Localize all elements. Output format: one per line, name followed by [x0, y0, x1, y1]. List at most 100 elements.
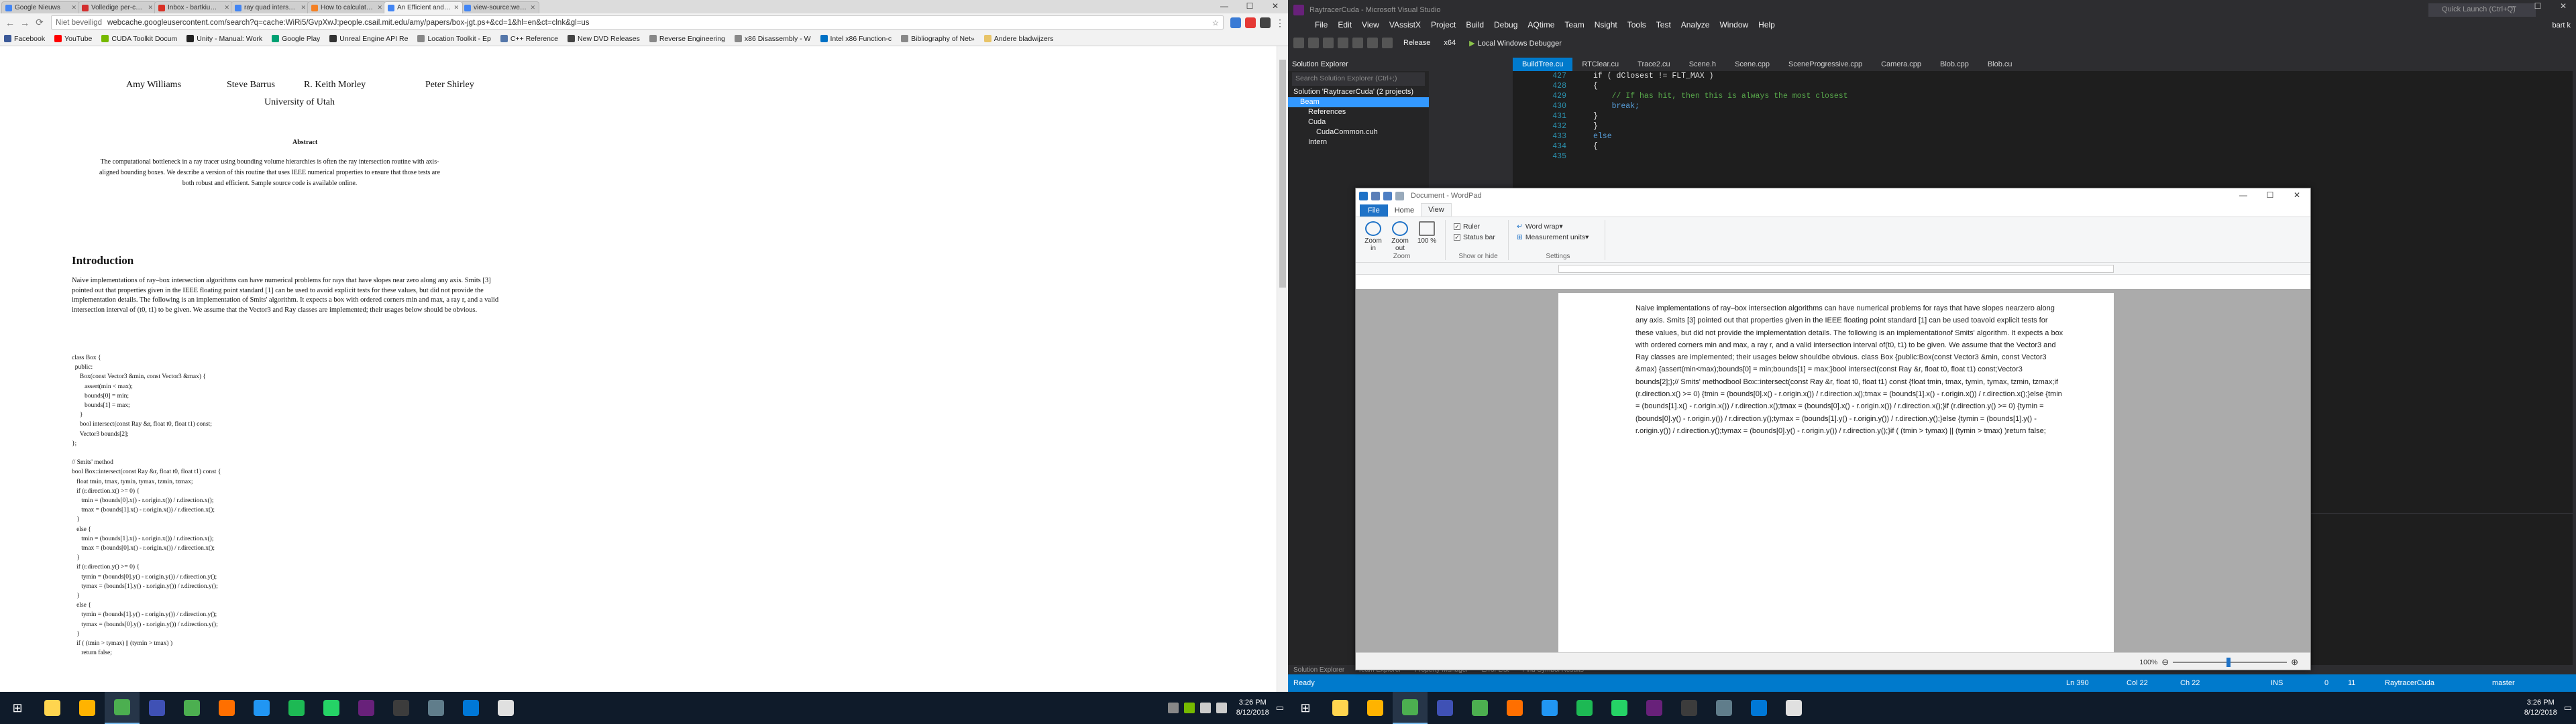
editor-tab[interactable]: Blob.cpp — [1931, 58, 1978, 71]
bookmark-item[interactable]: Location Toolkit - Ep — [417, 35, 491, 43]
ruler-checkbox[interactable]: ✓ Ruler — [1454, 223, 1480, 231]
editor-tab[interactable]: Blob.cu — [1978, 58, 2022, 71]
taskbar-app-icon[interactable] — [1393, 692, 1428, 724]
extension-icon[interactable] — [1245, 17, 1256, 28]
taskbar-app-icon[interactable] — [1497, 692, 1532, 724]
zoom-slider[interactable] — [2173, 658, 2288, 667]
config-select[interactable]: Release — [1403, 39, 1430, 47]
status-warnings[interactable]: 11 — [2348, 679, 2355, 687]
zoom-out-icon[interactable]: ⊖ — [2161, 657, 2169, 668]
editor-tab[interactable]: RTClear.cu — [1572, 58, 1628, 71]
tab-close-icon[interactable]: ✕ — [71, 4, 76, 11]
editor-tab[interactable]: Camera.cpp — [1872, 58, 1931, 71]
code-line[interactable] — [1593, 152, 1848, 162]
view-tab[interactable]: View — [1421, 203, 1452, 217]
bookmark-item[interactable]: Intel x86 Function-c — [820, 35, 892, 43]
browser-tab[interactable]: ray quad intersection c✕ — [231, 1, 310, 13]
browser-tab[interactable]: An Efficient and Robust R✕ — [384, 1, 463, 13]
taskbar-app-icon[interactable] — [488, 692, 523, 724]
menu-item[interactable]: View — [1362, 20, 1379, 34]
not-secure-label[interactable]: Niet beveiligd — [56, 19, 102, 27]
menu-item[interactable]: Build — [1466, 20, 1484, 34]
platform-select[interactable]: x64 — [1444, 39, 1456, 47]
taskbar-app-icon[interactable] — [1776, 692, 1811, 724]
ruler[interactable] — [1356, 263, 2310, 275]
redo-icon[interactable] — [1395, 191, 1404, 200]
taskbar-app-icon[interactable] — [35, 692, 70, 724]
tree-item[interactable]: CudaCommon.cuh — [1288, 127, 1429, 137]
vs-user[interactable]: bart k — [2552, 21, 2571, 29]
tray-icon[interactable] — [1167, 703, 1179, 713]
file-tab[interactable]: File — [1360, 204, 1388, 217]
redo-icon[interactable] — [1382, 38, 1393, 48]
zoom-slider-thumb[interactable] — [2226, 658, 2231, 667]
editor-tab[interactable]: BuildTree.cu — [1513, 58, 1573, 71]
bookmark-item[interactable]: Andere bladwijzers — [983, 35, 1053, 43]
start-button[interactable]: ⊞ — [1288, 692, 1323, 724]
editor-tab[interactable]: SceneProgressive.cpp — [1779, 58, 1872, 71]
taskbar-app-icon[interactable] — [1323, 692, 1358, 724]
menu-item[interactable]: Project — [1431, 20, 1456, 34]
code-line[interactable]: else — [1593, 131, 1848, 141]
tray-icon[interactable] — [1183, 703, 1195, 713]
code-line[interactable]: } — [1593, 111, 1848, 121]
menu-item[interactable]: Team — [1564, 20, 1584, 34]
tab-close-icon[interactable]: ✕ — [453, 4, 459, 11]
start-button[interactable]: ⊞ — [0, 692, 35, 724]
extension-icon[interactable] — [1230, 17, 1241, 28]
menu-item[interactable]: Debug — [1494, 20, 1517, 34]
menu-item[interactable]: AQtime — [1527, 20, 1554, 34]
zoom-in-button[interactable]: Zoom in — [1361, 221, 1385, 252]
menu-item[interactable]: Test — [1656, 20, 1671, 34]
tree-item[interactable]: Beam — [1288, 97, 1429, 107]
ruler-scale[interactable] — [1558, 265, 2114, 273]
browser-tab[interactable]: Volledige per-core turbo✕ — [78, 1, 157, 13]
taskbar-app-icon[interactable] — [384, 692, 419, 724]
browser-tab[interactable]: How to calculate which✕ — [307, 1, 386, 13]
notification-icon[interactable]: ▭ — [2564, 703, 2572, 713]
menu-item[interactable]: Edit — [1338, 20, 1352, 34]
bookmark-item[interactable]: New DVD Releases — [568, 35, 640, 43]
undo-icon[interactable] — [1383, 191, 1392, 200]
browser-tab[interactable]: view-source:webcache.go✕ — [460, 1, 539, 13]
taskbar-app-icon[interactable] — [140, 692, 174, 724]
page-scrollbar[interactable] — [1277, 46, 1288, 692]
tool-tab[interactable]: Solution Explorer — [1293, 666, 1344, 674]
minimize-button[interactable]: — — [2230, 188, 2257, 203]
menu-item[interactable]: Analyze — [1681, 20, 1710, 34]
editor-tab[interactable]: Trace2.cu — [1628, 58, 1680, 71]
save-icon[interactable] — [1338, 38, 1348, 48]
star-icon[interactable]: ☆ — [1212, 18, 1219, 27]
taskbar-app-icon[interactable] — [1707, 692, 1741, 724]
code-line[interactable]: } — [1593, 121, 1848, 131]
code-line[interactable]: // If has hit, then this is always the m… — [1593, 91, 1848, 101]
menu-item[interactable]: VAssistX — [1389, 20, 1421, 34]
menu-icon[interactable]: ⋮ — [1275, 17, 1285, 28]
extension-icon[interactable] — [1260, 17, 1271, 28]
close-button[interactable]: ✕ — [1263, 0, 1288, 13]
statusbar-checkbox[interactable]: ✓ Status bar — [1454, 233, 1495, 241]
maximize-button[interactable]: ☐ — [2525, 0, 2551, 13]
taskbar-app-icon[interactable] — [1358, 692, 1393, 724]
menu-item[interactable]: Tools — [1627, 20, 1646, 34]
menu-item[interactable]: Window — [1719, 20, 1748, 34]
taskbar-app-icon[interactable] — [453, 692, 488, 724]
taskbar-app-icon[interactable] — [1462, 692, 1497, 724]
taskbar-app-icon[interactable] — [1637, 692, 1672, 724]
zoom-in-icon[interactable]: ⊕ — [2291, 657, 2298, 668]
taskbar-app-icon[interactable] — [174, 692, 209, 724]
save-icon[interactable] — [1371, 191, 1380, 200]
taskbar-app-icon[interactable] — [314, 692, 349, 724]
bookmark-item[interactable]: Facebook — [4, 35, 45, 43]
new-file-icon[interactable] — [1323, 38, 1334, 48]
maximize-button[interactable]: ☐ — [1237, 0, 1263, 13]
undo-icon[interactable] — [1367, 38, 1378, 48]
zoom-100-button[interactable]: 100 % — [1415, 221, 1439, 245]
menu-item[interactable]: Nsight — [1595, 20, 1617, 34]
bookmark-item[interactable]: Google Play — [272, 35, 320, 43]
tree-item[interactable]: Solution 'RaytracerCuda' (2 projects) — [1288, 87, 1429, 97]
taskbar-app-icon[interactable] — [419, 692, 453, 724]
volume-icon[interactable] — [1216, 703, 1227, 713]
bookmark-item[interactable]: YouTube — [54, 35, 92, 43]
bookmark-item[interactable]: Unreal Engine API Re — [329, 35, 408, 43]
